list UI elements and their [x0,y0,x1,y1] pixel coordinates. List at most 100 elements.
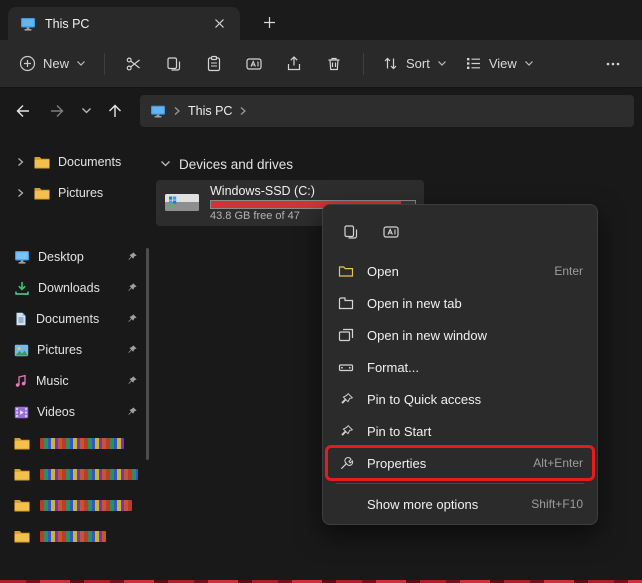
context-menu: Open Enter Open in new tab Open in new w… [322,204,598,525]
menu-item-label: Open [367,264,399,279]
trash-icon [325,55,343,73]
sidebar-item-label: Documents [36,312,99,326]
menu-item-label: Format... [367,360,419,375]
downloads-icon [14,281,30,295]
folder-icon [14,530,30,543]
up-button[interactable] [100,96,130,126]
breadcrumb-item-this-pc[interactable]: This PC [188,104,232,118]
sidebar-item-label: Desktop [38,250,84,264]
folder-icon [14,499,30,512]
back-button[interactable] [8,96,38,126]
sidebar-item-documents-tree[interactable]: Documents [4,147,146,177]
document-icon [14,312,28,326]
new-button-label: New [43,56,69,71]
rename-icon [245,55,263,73]
arrow-up-icon [106,102,124,120]
pin-icon [337,424,355,439]
sidebar-item-redacted[interactable] [4,490,146,520]
address-bar[interactable]: This PC [140,95,634,127]
share-icon [285,55,303,73]
menu-item-show-more-options[interactable]: Show more options Shift+F10 [327,488,593,520]
sort-button[interactable]: Sort [373,48,456,79]
pin-icon [126,406,138,418]
sidebar-item-label: Documents [58,155,121,169]
sidebar-item-music[interactable]: Music [4,366,146,396]
chevron-down-icon [81,107,92,115]
drive-name: Windows-SSD (C:) [210,184,416,198]
command-bar: New [0,40,642,88]
menu-item-label: Pin to Start [367,424,431,439]
sidebar-item-documents[interactable]: Documents [4,304,146,334]
new-window-icon [337,328,355,342]
recent-locations-button[interactable] [76,96,96,126]
more-options-button[interactable] [594,49,632,79]
format-drive-icon [337,360,355,374]
pin-icon [126,344,138,356]
new-tab-icon [337,296,355,310]
sidebar-item-redacted[interactable] [4,459,146,489]
sidebar-item-redacted[interactable] [4,521,146,551]
sidebar-item-downloads[interactable]: Downloads [4,273,146,303]
view-button[interactable]: View [456,48,543,79]
chevron-down-icon [524,60,534,67]
paste-button[interactable] [194,48,234,80]
delete-button[interactable] [314,48,354,80]
sidebar-item-label: Pictures [37,343,82,357]
new-tab-button[interactable] [256,10,282,34]
copy-button[interactable] [335,216,367,248]
menu-item-open-in-new-tab[interactable]: Open in new tab [327,287,593,319]
forward-button[interactable] [42,96,72,126]
sidebar-item-desktop[interactable]: Desktop [4,242,146,272]
chevron-right-icon [239,106,247,116]
sidebar-item-redacted[interactable] [4,428,146,458]
menu-item-label: Open in new tab [367,296,462,311]
view-icon [465,55,482,72]
chevron-down-icon [76,60,86,67]
menu-item-format[interactable]: Format... [327,351,593,383]
cut-button[interactable] [114,48,154,80]
folder-icon [34,187,50,200]
videos-icon [14,406,29,419]
drive-icon [162,186,202,220]
menu-item-open-in-new-window[interactable]: Open in new window [327,319,593,351]
expand-chevron-icon[interactable] [14,188,26,198]
ellipsis-icon [605,56,621,72]
view-button-label: View [489,56,517,71]
folder-icon [34,156,50,169]
share-button[interactable] [274,48,314,80]
sidebar-item-pictures[interactable]: Pictures [4,335,146,365]
sort-button-label: Sort [406,56,430,71]
sidebar-item-pictures-tree[interactable]: Pictures [4,178,146,208]
devices-and-drives-header[interactable]: Devices and drives [150,152,642,176]
pixelated-label [40,500,132,511]
menu-item-pin-to-start[interactable]: Pin to Start [327,415,593,447]
new-button[interactable]: New [10,48,95,79]
scissors-icon [125,55,143,73]
this-pc-icon [20,17,36,31]
arrow-right-icon [48,102,66,120]
rename-button[interactable] [234,48,274,80]
expand-chevron-icon[interactable] [14,157,26,167]
chevron-down-icon [160,160,171,168]
sidebar-scrollbar[interactable] [146,248,149,460]
menu-item-open[interactable]: Open Enter [327,255,593,287]
context-menu-quick-actions [327,209,593,255]
sidebar-item-label: Downloads [38,281,100,295]
chevron-right-icon [173,106,181,116]
menu-item-label: Show more options [367,497,478,512]
menu-item-properties[interactable]: Properties Alt+Enter [327,447,593,479]
pictures-icon [14,344,29,357]
rename-button[interactable] [375,216,407,248]
pin-icon [126,251,138,263]
sidebar-item-videos[interactable]: Videos [4,397,146,427]
copy-button[interactable] [154,48,194,80]
music-icon [14,374,28,388]
copy-icon [165,55,183,73]
tab-title: This PC [45,17,199,31]
sidebar-item-label: Music [36,374,69,388]
tab-this-pc[interactable]: This PC [8,7,240,40]
tab-close-button[interactable] [208,13,230,35]
menu-item-pin-to-quick-access[interactable]: Pin to Quick access [327,383,593,415]
navigation-pane: Documents Pictures Desktop Downloads [0,134,150,580]
sort-icon [382,55,399,72]
